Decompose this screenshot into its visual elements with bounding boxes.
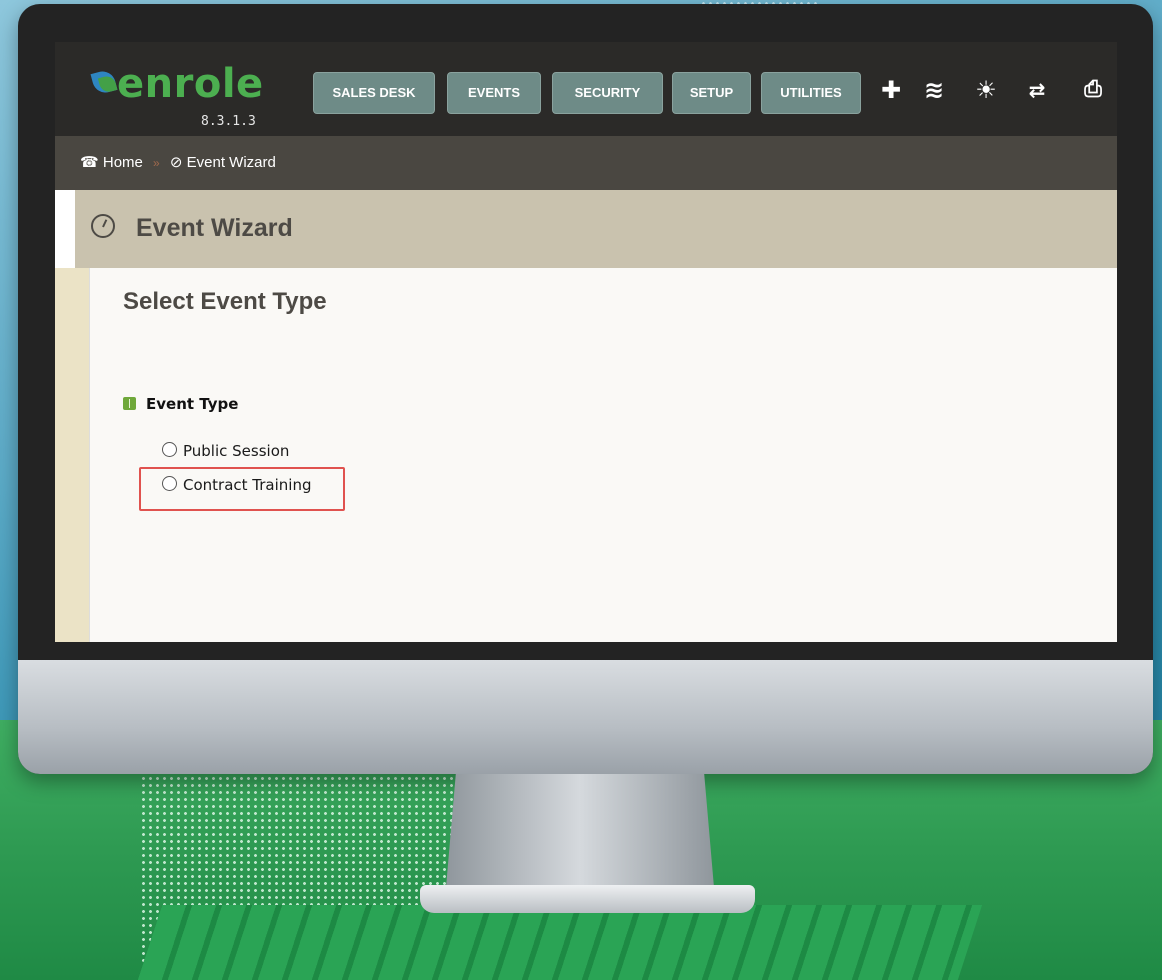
app-logo[interactable]: enrole (90, 61, 264, 107)
book-icon (123, 397, 136, 410)
radio-public-session[interactable]: Public Session (162, 442, 289, 460)
app-version: 8.3.1.3 (201, 114, 256, 129)
radio-button[interactable] (162, 442, 177, 457)
top-navigation-bar: enrole 8.3.1.3 SALES DESK EVENTS SECURIT… (55, 42, 1117, 136)
monitor-stand-base (420, 885, 755, 913)
app-screen: enrole 8.3.1.3 SALES DESK EVENTS SECURIT… (55, 42, 1117, 642)
page-header: Event Wizard (75, 190, 1117, 268)
content-panel: Select Event Type Event Type Public Sess… (89, 268, 1117, 642)
plus-icon[interactable]: ✚ (877, 75, 905, 105)
layers-icon[interactable]: ≋ (920, 75, 948, 105)
sync-icon[interactable]: ⇄ (1023, 75, 1051, 105)
highlight-box (139, 467, 345, 511)
breadcrumb-home[interactable]: Home (103, 154, 143, 171)
breadcrumb: ☎ Home » ⊘ Event Wizard (55, 136, 1117, 190)
monitor-stand (445, 774, 715, 899)
clock-icon (91, 214, 115, 238)
monitor-chin (18, 660, 1153, 774)
nav-button-utilities[interactable]: UTILITIES (761, 72, 861, 114)
section-title: Select Event Type (123, 288, 327, 315)
nav-button-security[interactable]: SECURITY (552, 72, 663, 114)
page-title: Event Wizard (136, 214, 293, 242)
print-icon[interactable]: ⎙ (1079, 75, 1107, 105)
logo-text: enrole (117, 61, 264, 107)
field-label-event-type: Event Type (123, 395, 238, 413)
left-strip (55, 268, 89, 642)
sun-icon[interactable]: ☀ (972, 75, 1000, 105)
clock-small-icon: ⊘ (169, 154, 183, 171)
keyboard-image (137, 905, 983, 980)
nav-button-setup[interactable]: SETUP (672, 72, 751, 114)
radio-label: Public Session (183, 442, 290, 460)
nav-button-sales-desk[interactable]: SALES DESK (313, 72, 435, 114)
logo-leaf-icon (90, 68, 118, 96)
field-label-text: Event Type (146, 395, 239, 413)
home-icon: ☎ (80, 154, 99, 171)
breadcrumb-current: Event Wizard (186, 154, 276, 171)
nav-button-events[interactable]: EVENTS (447, 72, 541, 114)
breadcrumb-separator: » (153, 156, 160, 170)
